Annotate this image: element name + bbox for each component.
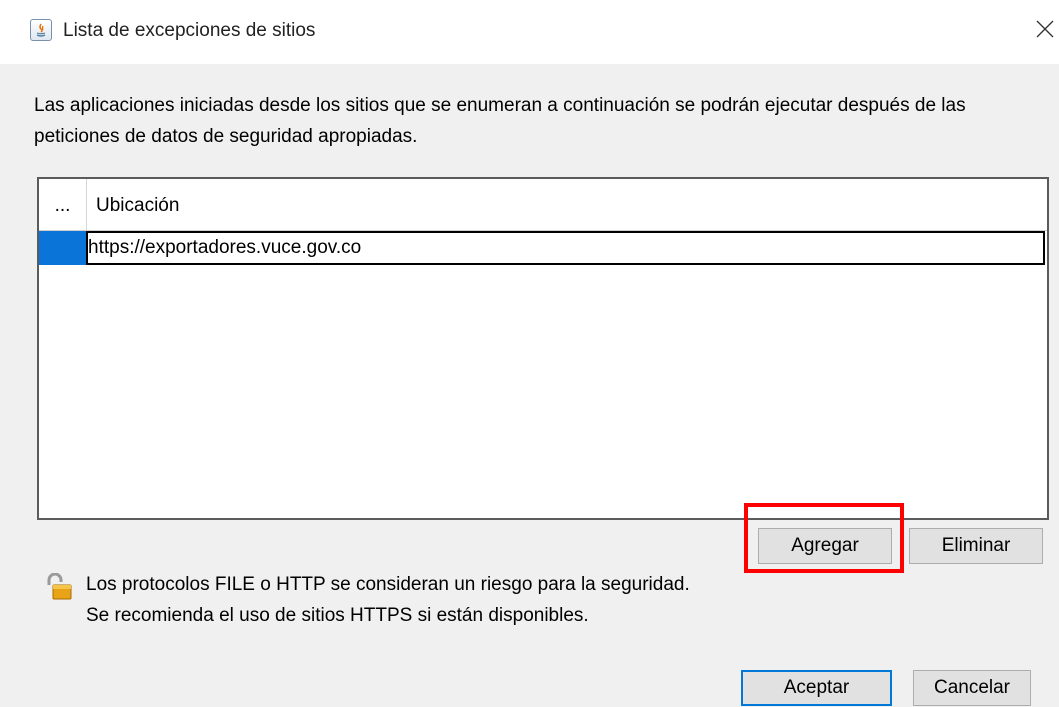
add-button[interactable]: Agregar — [758, 528, 892, 564]
ok-button[interactable]: Aceptar — [741, 670, 892, 706]
column-header-location[interactable]: Ubicación — [96, 179, 179, 230]
table-row[interactable] — [39, 231, 1047, 265]
java-icon — [30, 19, 52, 41]
warning-line-2: Se recomienda el uso de sitios HTTPS si … — [86, 605, 589, 626]
cancel-button[interactable]: Cancelar — [913, 670, 1031, 706]
row-selection-indicator[interactable] — [39, 231, 86, 265]
title-bar: Lista de excepciones de sitios — [0, 0, 1059, 64]
warning-line-1: Los protocolos FILE o HTTP se consideran… — [86, 574, 690, 595]
security-warning: Los protocolos FILE o HTTP se consideran… — [86, 569, 690, 631]
table-header: ... Ubicación — [39, 179, 1047, 231]
location-edit-field[interactable] — [86, 231, 1045, 265]
description-text: Las aplicaciones iniciadas desde los sit… — [34, 95, 966, 147]
remove-button[interactable]: Eliminar — [909, 528, 1043, 564]
site-exception-table[interactable]: ... Ubicación — [37, 177, 1049, 520]
window-title: Lista de excepciones de sitios — [63, 20, 316, 41]
lock-icon — [43, 572, 75, 601]
column-header-index[interactable]: ... — [39, 179, 87, 230]
close-icon[interactable] — [1034, 18, 1056, 40]
